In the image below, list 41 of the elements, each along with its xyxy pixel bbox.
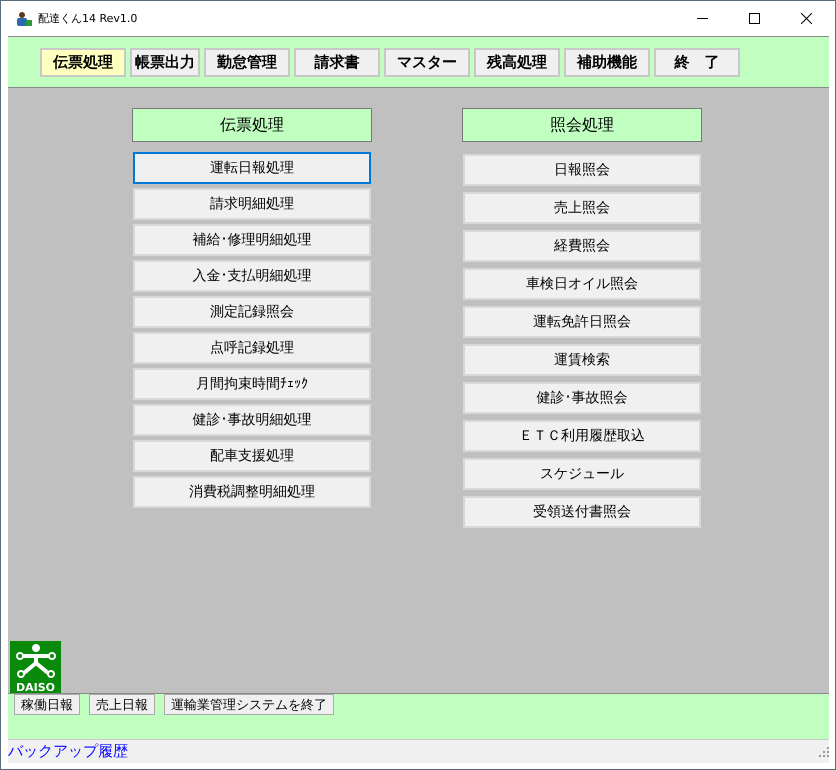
function-button[interactable]: 日報照会: [463, 154, 701, 186]
function-button[interactable]: 補給･修理明細処理: [133, 224, 371, 256]
function-button[interactable]: 運賃検索: [463, 344, 701, 376]
history-link[interactable]: バックアップ履歴: [8, 742, 128, 761]
function-button[interactable]: 車検日オイル照会: [463, 268, 701, 300]
menu-tab[interactable]: 補助機能: [564, 48, 650, 76]
function-button[interactable]: 健診･事故明細処理: [133, 404, 371, 436]
logo-text: DAISO: [16, 682, 55, 693]
section-header: 伝票処理: [132, 108, 372, 142]
menu-tab[interactable]: 勤怠管理: [204, 48, 290, 76]
menu-tab[interactable]: 残高処理: [474, 48, 560, 76]
function-button[interactable]: 消費税調整明細処理: [133, 476, 371, 508]
function-button[interactable]: 運転免許日照会: [463, 306, 701, 338]
menu-tab[interactable]: マスター: [384, 48, 470, 76]
function-button[interactable]: 売上照会: [463, 192, 701, 224]
function-button[interactable]: 請求明細処理: [133, 188, 371, 220]
menu-tab[interactable]: 帳票出力: [130, 48, 200, 76]
function-button[interactable]: 健診･事故照会: [463, 382, 701, 414]
function-button[interactable]: 経費照会: [463, 230, 701, 262]
function-button[interactable]: 測定記録照会: [133, 296, 371, 328]
footer-button[interactable]: 売上日報: [89, 694, 155, 715]
section-header: 照会処理: [462, 108, 702, 142]
stick-figure-icon: [14, 643, 58, 679]
maximize-icon: [748, 13, 760, 24]
function-button[interactable]: 運転日報処理: [133, 152, 371, 184]
window-title: 配達くん14 Rev1.0: [38, 11, 138, 26]
resize-grip-icon[interactable]: [819, 746, 829, 756]
footer-button[interactable]: 運輸業管理システムを終了: [164, 694, 334, 715]
footer-button[interactable]: 稼働日報: [14, 694, 80, 715]
person-icon: [16, 12, 32, 26]
function-button[interactable]: 月間拘束時間ﾁｪｯｸ: [133, 368, 371, 400]
menu-tab[interactable]: 伝票処理: [40, 48, 126, 76]
menu-tab[interactable]: 請求書: [294, 48, 380, 76]
function-button[interactable]: 入金･支払明細処理: [133, 260, 371, 292]
menu-tab[interactable]: 終 了: [654, 48, 740, 76]
function-button[interactable]: 点呼記録処理: [133, 332, 371, 364]
function-button[interactable]: 配車支援処理: [133, 440, 371, 472]
function-button[interactable]: 受領送付書照会: [463, 496, 701, 528]
function-button[interactable]: ＥＴＣ利用履歴取込: [463, 420, 701, 452]
close-icon: [800, 13, 812, 24]
function-button[interactable]: スケジュール: [463, 458, 701, 490]
